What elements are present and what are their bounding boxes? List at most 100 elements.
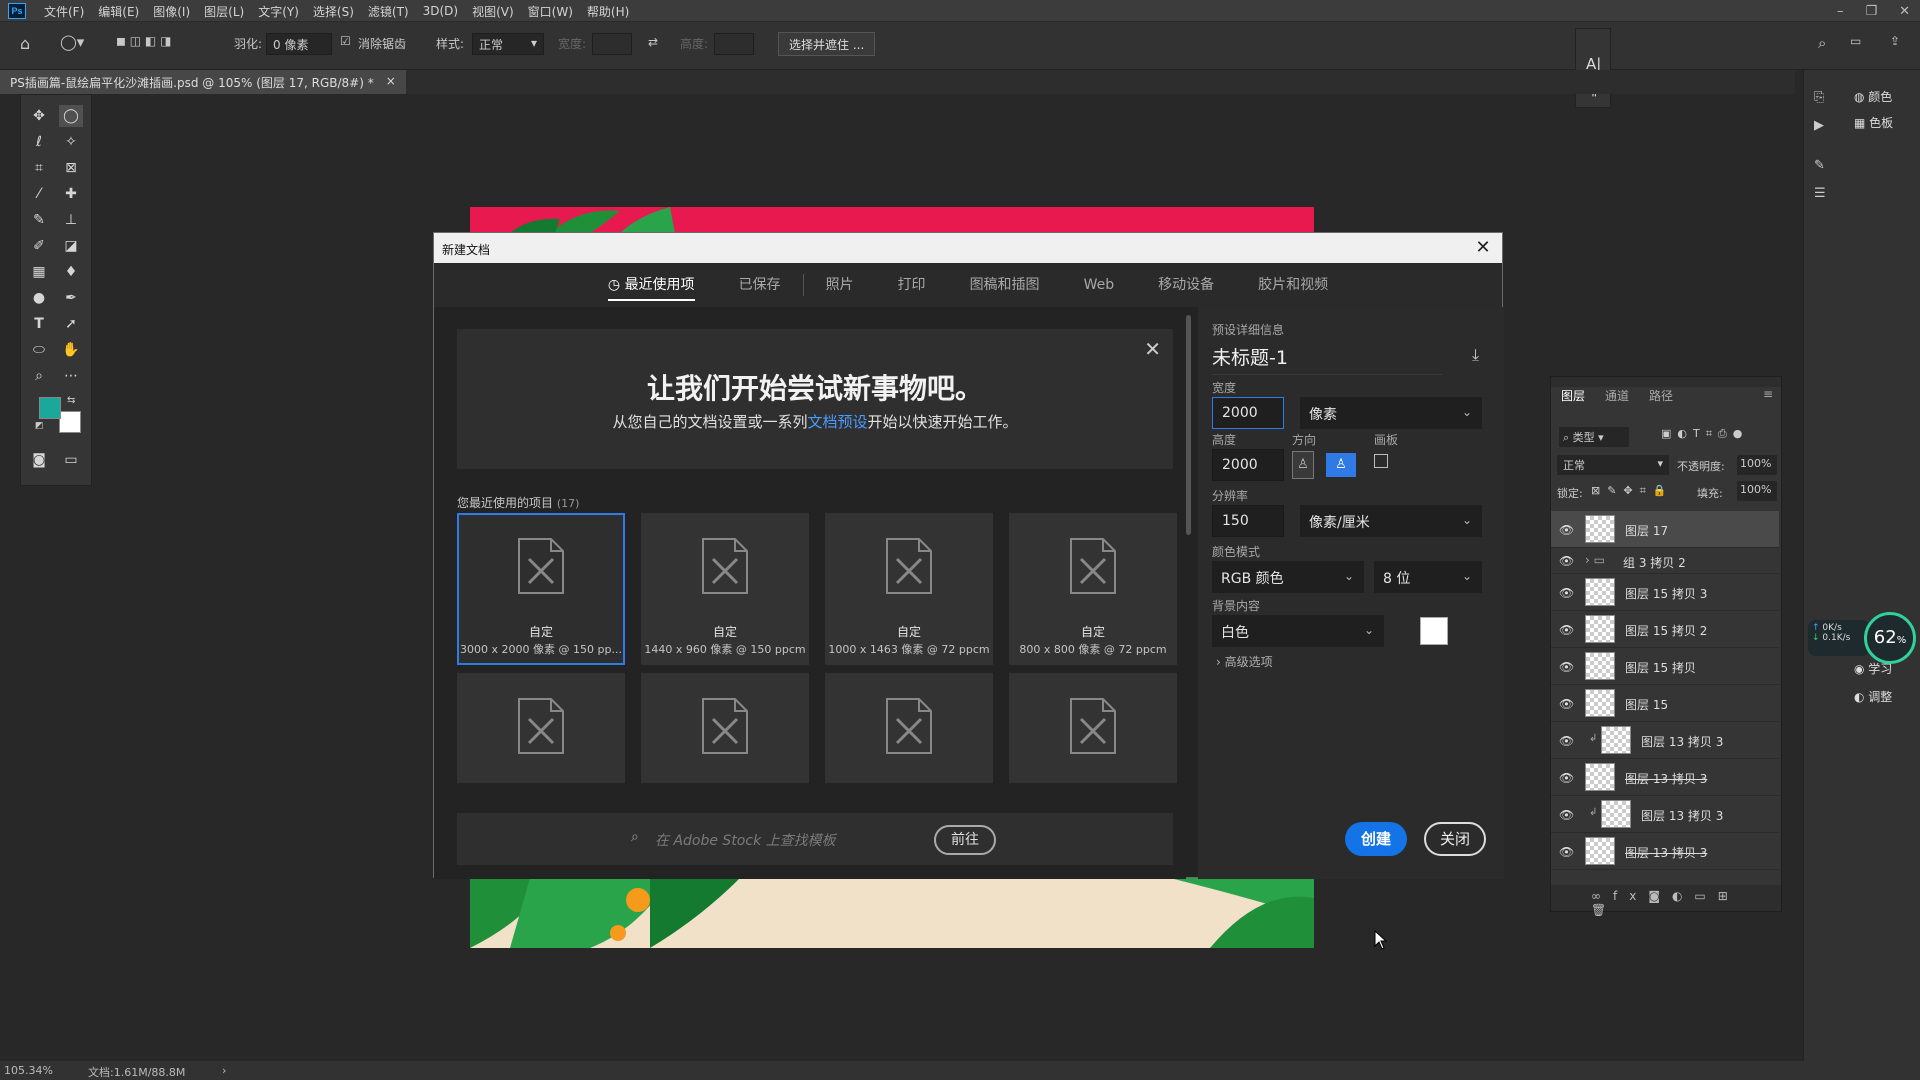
opacity-input[interactable]: 100% <box>1737 455 1777 475</box>
landscape-orientation-icon[interactable]: ♙ <box>1326 453 1356 477</box>
layer-row[interactable]: 👁 ↲ 图层 13 拷贝 3 <box>1551 796 1779 833</box>
recent-item[interactable] <box>641 673 809 783</box>
close-tab-icon[interactable]: × <box>386 74 396 90</box>
adjustments-panel-button[interactable]: ◐ 调整 <box>1854 688 1892 705</box>
close-button[interactable]: 关闭 <box>1424 822 1486 856</box>
feather-input[interactable]: 0 像素 <box>266 33 332 55</box>
recent-item[interactable]: 自定 3000 x 2000 像素 @ 150 pp... <box>457 513 625 665</box>
hand-icon[interactable]: ✋ <box>59 339 83 361</box>
blend-mode-select[interactable]: 正常 ▾ <box>1557 455 1669 475</box>
tab-art-illustration[interactable]: 图稿和插图 <box>948 263 1062 307</box>
lock-icons[interactable]: ⊠✎✥⌗🔒 <box>1591 484 1674 498</box>
tab-saved[interactable]: 已保存 <box>717 263 803 307</box>
select-and-mask-button[interactable]: 选择并遮住 ... <box>778 32 876 56</box>
gradient-icon[interactable]: ▦ <box>27 261 51 283</box>
document-presets-link[interactable]: 文档预设 <box>807 413 867 431</box>
brush-icon[interactable]: ✎ <box>27 209 51 231</box>
bit-depth-select[interactable]: 8 位 ⌄ <box>1374 561 1482 593</box>
recent-item[interactable]: 自定 800 x 800 像素 @ 72 ppcm <box>1009 513 1177 665</box>
tab-recent[interactable]: ◷ 最近使用项 <box>586 263 717 307</box>
advanced-options-toggle[interactable]: › 高级选项 <box>1216 653 1273 670</box>
document-tab[interactable]: PS插画篇-鼠绘扁平化沙滩插画.psd @ 105% (图层 17, RGB/8… <box>0 70 406 94</box>
resolution-input[interactable]: 150 <box>1212 505 1284 537</box>
more-tools-icon[interactable]: ⋯ <box>59 365 83 387</box>
tab-paths[interactable]: 路径 <box>1649 387 1673 404</box>
foreground-color-swatch[interactable] <box>39 397 61 419</box>
document-name-field[interactable]: 未标题-1 <box>1212 343 1442 375</box>
menu-image[interactable]: 图像(I) <box>153 3 190 20</box>
create-button[interactable]: 创建 <box>1345 822 1407 856</box>
layer-row[interactable]: 👁 图层 13 拷贝 3 <box>1551 833 1779 870</box>
menu-type[interactable]: 文字(Y) <box>258 3 299 20</box>
welcome-close-icon[interactable]: ✕ <box>1144 337 1161 361</box>
layer-group-row[interactable]: 👁 › ▭ 组 3 拷贝 2 <box>1551 548 1779 574</box>
layers-footer-icons[interactable]: ∞fx◙◐▭⊞🗑 <box>1551 885 1781 917</box>
magic-wand-icon[interactable]: ✧ <box>59 131 83 153</box>
background-select[interactable]: 白色 ⌄ <box>1212 615 1384 647</box>
minimize-icon[interactable]: – <box>1837 4 1844 19</box>
quick-mask-icon[interactable]: ◙ <box>27 449 51 471</box>
layer-row[interactable]: 👁 图层 17 <box>1551 511 1779 548</box>
layer-row[interactable]: 👁 图层 15 <box>1551 685 1779 722</box>
adjust-sliders-icon[interactable]: ☰ <box>1814 186 1826 201</box>
menu-edit[interactable]: 编辑(E) <box>98 3 139 20</box>
menu-select[interactable]: 选择(S) <box>313 3 354 20</box>
path-select-icon[interactable]: ➚ <box>59 313 83 335</box>
play-action-icon[interactable]: ▶ <box>1814 118 1824 133</box>
save-preset-icon[interactable]: ⤓ <box>1472 345 1479 365</box>
stock-go-button[interactable]: 前往 <box>934 825 996 855</box>
preset-scrollbar[interactable] <box>1186 315 1191 535</box>
usage-gauge[interactable]: 62% <box>1864 612 1916 664</box>
layer-row[interactable]: 👁 ↲ 图层 13 拷贝 3 <box>1551 722 1779 759</box>
type-tool-icon[interactable]: T <box>27 313 51 335</box>
elliptical-marquee-icon[interactable]: ◯ <box>59 105 83 127</box>
history-brush-icon[interactable]: ✐ <box>27 235 51 257</box>
menu-window[interactable]: 窗口(W) <box>528 3 573 20</box>
menu-3d[interactable]: 3D(D) <box>423 4 458 18</box>
color-mode-select[interactable]: RGB 颜色 ⌄ <box>1212 561 1364 593</box>
color-panel-button[interactable]: ◍ 颜色 <box>1854 88 1892 105</box>
tab-photo[interactable]: 照片 <box>804 263 876 307</box>
status-expand-icon[interactable]: › <box>222 1064 226 1077</box>
antialias-checkbox[interactable]: ☑ <box>340 34 351 48</box>
resolution-unit-select[interactable]: 像素/厘米 ⌄ <box>1300 505 1482 537</box>
layer-row[interactable]: 👁 图层 15 拷贝 <box>1551 648 1779 685</box>
restore-icon[interactable]: ❐ <box>1865 4 1877 19</box>
frame-icon[interactable]: ⊠ <box>59 157 83 179</box>
portrait-orientation-icon[interactable]: ♙ <box>1292 451 1314 479</box>
style-select[interactable]: 正常 ▾ <box>472 33 544 55</box>
default-colors-icon[interactable]: ◩ <box>35 421 44 431</box>
tab-web[interactable]: Web <box>1062 263 1137 307</box>
width-input[interactable]: 2000 <box>1212 397 1284 429</box>
swap-colors-icon[interactable]: ⇆ <box>67 395 75 406</box>
tab-print[interactable]: 打印 <box>876 263 948 307</box>
home-icon[interactable]: ⌂ <box>20 34 30 53</box>
lasso-icon[interactable]: ℓ <box>27 131 51 153</box>
healing-brush-icon[interactable]: ✚ <box>59 183 83 205</box>
menu-view[interactable]: 视图(V) <box>472 3 514 20</box>
tab-film-video[interactable]: 胶片和视频 <box>1236 263 1350 307</box>
stock-search-input[interactable]: ⌕ 在 Adobe Stock 上查找模板 <box>627 825 927 853</box>
blur-icon[interactable]: ♦ <box>59 261 83 283</box>
width-unit-select[interactable]: 像素 ⌄ <box>1300 397 1482 429</box>
eraser-icon[interactable]: ◪ <box>59 235 83 257</box>
search-icon[interactable]: ⌕ <box>1818 34 1826 52</box>
filter-type-icons[interactable]: ▣◐T⌗⎙● <box>1661 427 1748 441</box>
zoom-level[interactable]: 105.34% <box>4 1064 53 1077</box>
menu-layer[interactable]: 图层(L) <box>204 3 244 20</box>
layer-row[interactable]: 👁 图层 15 拷贝 3 <box>1551 574 1779 611</box>
history-icon[interactable]: ⎘ <box>1814 90 1824 105</box>
marquee-tool-icon[interactable]: ◯▾ <box>60 33 84 51</box>
recent-item[interactable]: 自定 1000 x 1463 像素 @ 72 ppcm <box>825 513 993 665</box>
brush-settings-icon[interactable]: ✎ <box>1814 158 1825 173</box>
share-icon[interactable]: ⇪ <box>1890 34 1900 48</box>
layer-row[interactable]: 👁 图层 15 拷贝 2 <box>1551 611 1779 648</box>
tab-layers[interactable]: 图层 <box>1561 387 1585 404</box>
height-input[interactable]: 2000 <box>1212 449 1284 481</box>
tab-mobile[interactable]: 移动设备 <box>1136 263 1236 307</box>
close-window-icon[interactable]: ✕ <box>1899 4 1910 19</box>
workspace-icon[interactable]: ▭ <box>1850 34 1861 48</box>
selection-mode-icons[interactable]: ◼ ◫ ◧ ◨ <box>116 34 171 48</box>
menu-filter[interactable]: 滤镜(T) <box>368 3 409 20</box>
background-color-swatch[interactable] <box>1420 617 1448 645</box>
